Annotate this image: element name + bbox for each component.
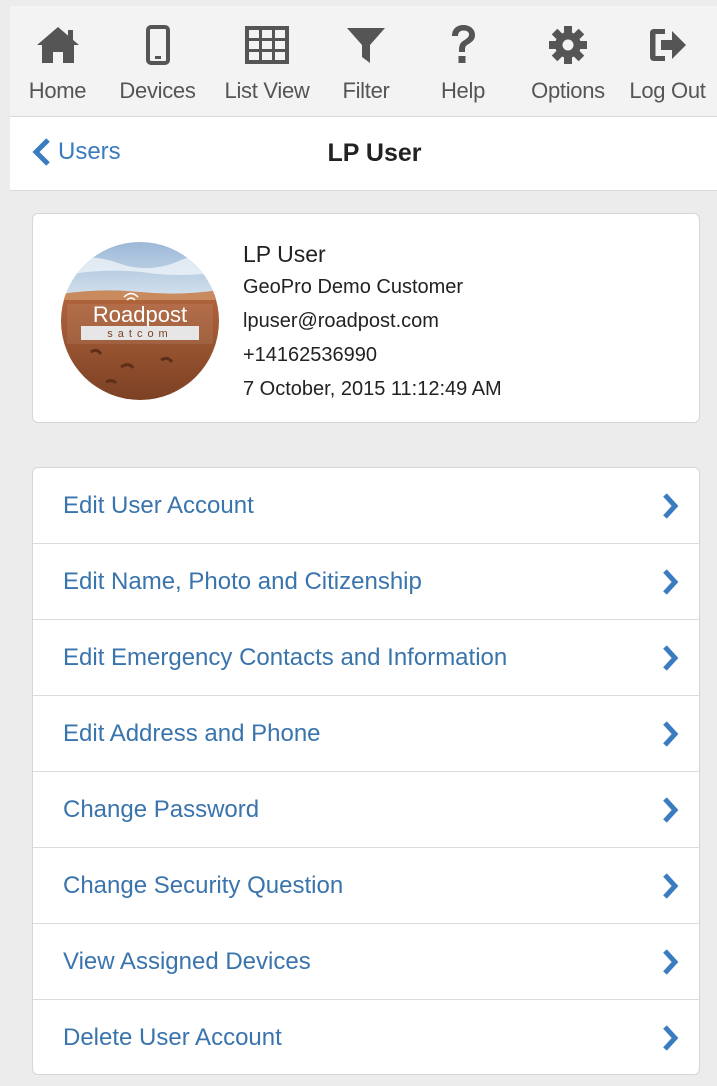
user-phone: +14162536990 bbox=[243, 344, 378, 366]
logo-wordmark: Roadpost bbox=[93, 302, 187, 327]
profile-details: LP User GeoPro Demo Customer lpuser@road… bbox=[243, 238, 502, 406]
toolbar-logout-button[interactable]: Log Out bbox=[618, 6, 717, 116]
grid-icon bbox=[245, 24, 289, 66]
toolbar-devices-button[interactable]: Devices bbox=[105, 6, 210, 116]
logout-icon bbox=[648, 24, 688, 66]
toolbar-help-label: Help bbox=[440, 78, 486, 103]
menu-item-label: Edit Name, Photo and Citizenship bbox=[63, 568, 422, 595]
user-name: LP User bbox=[243, 241, 326, 267]
chevron-right-icon bbox=[663, 797, 679, 823]
toolbar-logout-label: Log Out bbox=[629, 78, 706, 103]
chevron-right-icon bbox=[663, 873, 679, 899]
menu-item-label: Edit User Account bbox=[63, 492, 254, 519]
edit-name-photo-citizenship-item[interactable]: Edit Name, Photo and Citizenship bbox=[33, 544, 699, 620]
toolbar-filter-label: Filter bbox=[342, 78, 390, 103]
menu-item-label: Change Security Question bbox=[63, 872, 344, 899]
menu-item-label: View Assigned Devices bbox=[63, 948, 311, 975]
edit-user-account-item[interactable]: Edit User Account bbox=[33, 468, 699, 544]
toolbar-home-label: Home bbox=[28, 78, 87, 103]
phone-icon bbox=[145, 24, 170, 66]
chevron-right-icon bbox=[663, 949, 679, 975]
toolbar-options-button[interactable]: Options bbox=[518, 6, 618, 116]
avatar[interactable]: Roadpost satcom bbox=[61, 242, 219, 400]
top-toolbar: Home Devices List View Filter Help Optio… bbox=[10, 6, 717, 117]
logo-subtext: satcom bbox=[107, 328, 172, 340]
filter-icon bbox=[346, 24, 386, 66]
toolbar-options-label: Options bbox=[531, 78, 605, 103]
chevron-right-icon bbox=[663, 569, 679, 595]
back-link-label: Users bbox=[58, 138, 121, 165]
toolbar-devices-label: Devices bbox=[119, 78, 196, 103]
menu-item-label: Change Password bbox=[63, 796, 260, 823]
roadpost-logo-photo: Roadpost satcom bbox=[61, 242, 219, 400]
toolbar-filter-button[interactable]: Filter bbox=[324, 6, 408, 116]
chevron-right-icon bbox=[663, 1025, 679, 1051]
home-icon bbox=[35, 24, 81, 66]
user-timestamp: 7 October, 2015 11:12:49 AM bbox=[243, 378, 502, 400]
page-header: LP User Users bbox=[10, 117, 717, 191]
chevron-left-icon bbox=[32, 138, 50, 166]
toolbar-list-view-label: List View bbox=[224, 78, 310, 103]
question-icon bbox=[448, 24, 478, 66]
edit-emergency-contacts-item[interactable]: Edit Emergency Contacts and Information bbox=[33, 620, 699, 696]
toolbar-list-view-button[interactable]: List View bbox=[210, 6, 324, 116]
view-assigned-devices-item[interactable]: View Assigned Devices bbox=[33, 924, 699, 1000]
gear-icon bbox=[548, 24, 588, 66]
user-profile-card: Roadpost satcom LP User GeoPro Demo Cust… bbox=[32, 213, 700, 423]
change-security-question-item[interactable]: Change Security Question bbox=[33, 848, 699, 924]
chevron-right-icon bbox=[663, 645, 679, 671]
chevron-right-icon bbox=[663, 721, 679, 747]
edit-address-phone-item[interactable]: Edit Address and Phone bbox=[33, 696, 699, 772]
toolbar-home-button[interactable]: Home bbox=[10, 6, 105, 116]
menu-item-label: Edit Emergency Contacts and Information bbox=[63, 644, 508, 671]
delete-user-account-item[interactable]: Delete User Account bbox=[33, 1000, 699, 1074]
user-email: lpuser@roadpost.com bbox=[243, 310, 439, 332]
user-actions-list: Edit User Account Edit Name, Photo and C… bbox=[32, 467, 700, 1075]
user-company: GeoPro Demo Customer bbox=[243, 276, 464, 298]
change-password-item[interactable]: Change Password bbox=[33, 772, 699, 848]
toolbar-help-button[interactable]: Help bbox=[408, 6, 518, 116]
back-to-users-link[interactable]: Users bbox=[32, 138, 121, 166]
menu-item-label: Delete User Account bbox=[63, 1024, 282, 1051]
chevron-right-icon bbox=[663, 493, 679, 519]
menu-item-label: Edit Address and Phone bbox=[63, 720, 321, 747]
